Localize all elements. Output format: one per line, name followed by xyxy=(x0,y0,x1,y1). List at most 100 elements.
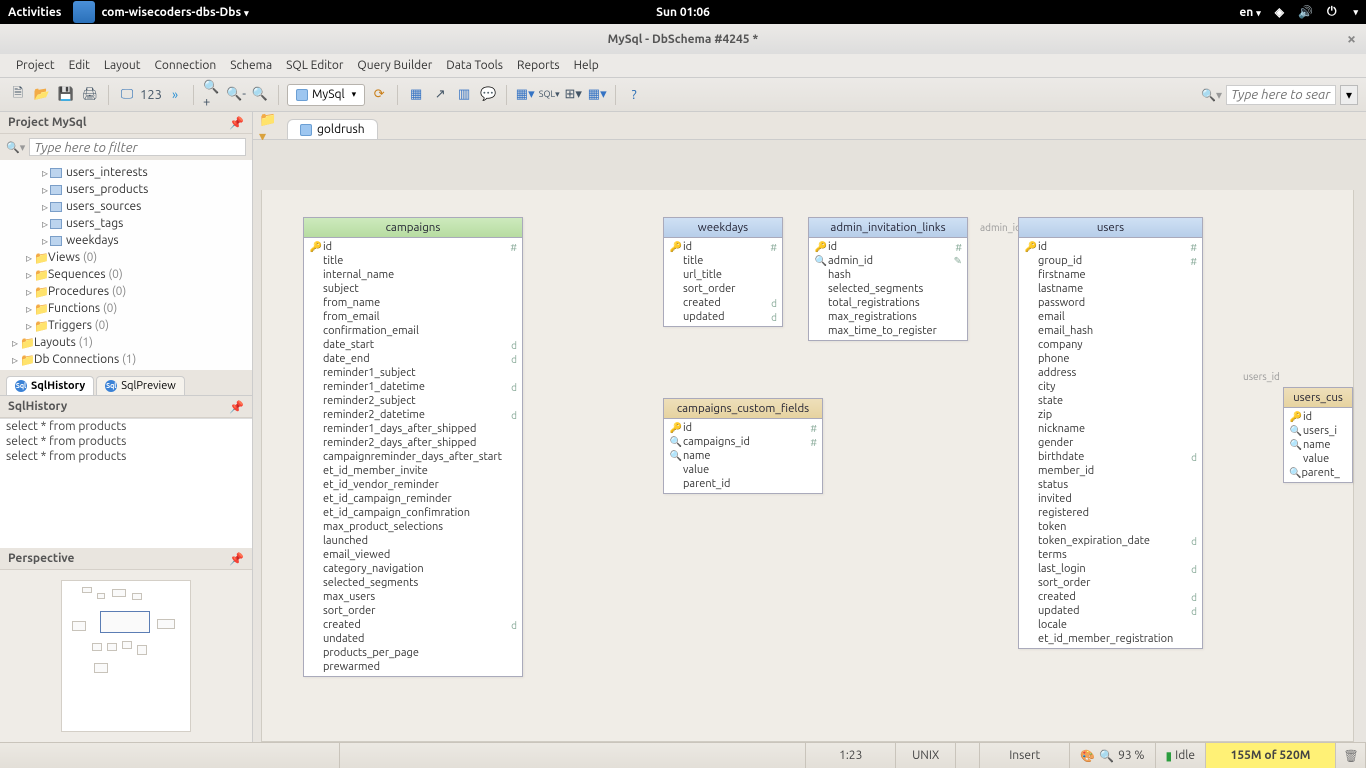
table-column[interactable]: firstname xyxy=(1019,268,1202,282)
table-column[interactable]: 🔑id xyxy=(1284,410,1352,424)
table-column[interactable]: undated xyxy=(304,632,522,646)
table-column[interactable]: email xyxy=(1019,310,1202,324)
clock[interactable]: Sun 01:06 xyxy=(656,6,710,19)
save-icon[interactable]: 💾 xyxy=(56,85,76,105)
table-column[interactable]: email_viewed xyxy=(304,548,522,562)
table-column[interactable]: updatedd xyxy=(664,310,782,324)
table-column[interactable]: group_id# xyxy=(1019,254,1202,268)
table-campaigns[interactable]: campaigns 🔑id#titleinternal_namesubjectf… xyxy=(303,217,523,677)
table-column[interactable]: reminder2_subject xyxy=(304,394,522,408)
table-weekdays[interactable]: weekdays 🔑id#titleurl_titlesort_ordercre… xyxy=(663,217,783,327)
table-column[interactable]: internal_name xyxy=(304,268,522,282)
table-column[interactable]: city xyxy=(1019,380,1202,394)
table-column[interactable]: 🔍users_i xyxy=(1284,424,1352,438)
table-column[interactable]: launched xyxy=(304,534,522,548)
new-file-icon[interactable]: 🗎 xyxy=(8,85,28,105)
table-column[interactable]: phone xyxy=(1019,352,1202,366)
pin-icon[interactable]: 📌 xyxy=(229,552,244,566)
table-users[interactable]: users 🔑id#group_id#firstnamelastnamepass… xyxy=(1018,217,1203,649)
table-column[interactable]: hash xyxy=(809,268,967,282)
table-column[interactable]: 🔍parent_ xyxy=(1284,466,1352,480)
filter-search-icon[interactable]: 🔍▾ xyxy=(6,141,25,154)
window-close-button[interactable]: × xyxy=(1347,30,1356,48)
table-column[interactable]: total_registrations xyxy=(809,296,967,310)
table-column[interactable]: nickname xyxy=(1019,422,1202,436)
table-column[interactable]: token_expiration_dated xyxy=(1019,534,1202,548)
forward-icon[interactable]: » xyxy=(165,85,185,105)
search-input[interactable] xyxy=(1226,85,1336,105)
tool1-icon[interactable]: ⊞▾ xyxy=(563,85,583,105)
table-column[interactable]: date_endd xyxy=(304,352,522,366)
table-column[interactable]: et_id_campaign_confimration xyxy=(304,506,522,520)
pin-icon[interactable]: 📌 xyxy=(229,116,244,130)
lang-indicator[interactable]: en▾ xyxy=(1239,6,1260,19)
zoom-fit-icon[interactable]: 🔍 xyxy=(250,85,270,105)
table-column[interactable]: zip xyxy=(1019,408,1202,422)
table-column[interactable]: status xyxy=(1019,478,1202,492)
table-column[interactable]: 🔍admin_id✎ xyxy=(809,254,967,268)
table-campaigns-custom-fields[interactable]: campaigns_custom_fields 🔑id#🔍campaigns_i… xyxy=(663,398,823,494)
table-column[interactable]: category_navigation xyxy=(304,562,522,576)
print-icon[interactable]: 🖨 xyxy=(80,85,100,105)
zoom-out-icon[interactable]: 🔍- xyxy=(226,85,246,105)
arrow-icon[interactable]: ↗ xyxy=(430,85,450,105)
trash-button[interactable]: 🗑 xyxy=(1336,743,1366,768)
table-column[interactable]: 🔑id# xyxy=(1019,240,1202,254)
table-column[interactable]: sort_order xyxy=(304,604,522,618)
table-icon[interactable]: ▦ xyxy=(406,85,426,105)
menu-query-builder[interactable]: Query Builder xyxy=(351,57,438,74)
menu-layout[interactable]: Layout xyxy=(98,57,147,74)
table-column[interactable]: url_title xyxy=(664,268,782,282)
db-selector[interactable]: MySql ▾ xyxy=(287,84,365,106)
table-column[interactable]: selected_segments xyxy=(809,282,967,296)
table-column[interactable]: date_startd xyxy=(304,338,522,352)
table-column[interactable]: max_users xyxy=(304,590,522,604)
menu-edit[interactable]: Edit xyxy=(63,57,96,74)
table-column[interactable]: createdd xyxy=(1019,590,1202,604)
app-switcher[interactable]: com-wisecoders-dbs-Dbs▾ xyxy=(101,6,248,19)
table-column[interactable]: max_product_selections xyxy=(304,520,522,534)
search-dropdown[interactable]: ▾ xyxy=(1340,85,1358,105)
tab-sqlhistory[interactable]: SqlSqlHistory xyxy=(6,376,94,395)
table-column[interactable]: selected_segments xyxy=(304,576,522,590)
table-column[interactable]: title xyxy=(664,254,782,268)
table-column[interactable]: products_per_page xyxy=(304,646,522,660)
table-column[interactable]: et_id_vendor_reminder xyxy=(304,478,522,492)
table-column[interactable]: terms xyxy=(1019,548,1202,562)
table-column[interactable]: reminder2_days_after_shipped xyxy=(304,436,522,450)
volume-icon[interactable]: 🔊 xyxy=(1298,5,1313,19)
table-column[interactable]: birthdated xyxy=(1019,450,1202,464)
table-column[interactable]: value xyxy=(1284,452,1352,466)
table-column[interactable]: invited xyxy=(1019,492,1202,506)
sql-icon[interactable]: SQL▾ xyxy=(539,85,559,105)
table-column[interactable]: address xyxy=(1019,366,1202,380)
table-column[interactable]: title xyxy=(304,254,522,268)
power-icon[interactable]: ⏻ xyxy=(1327,5,1337,19)
project-filter-input[interactable] xyxy=(29,138,246,156)
table-column[interactable]: prewarmed xyxy=(304,660,522,674)
system-menu-caret[interactable]: ▾ xyxy=(1353,7,1358,18)
table-column[interactable]: company xyxy=(1019,338,1202,352)
grid-icon[interactable]: ▦▾ xyxy=(515,85,535,105)
zoom-in-icon[interactable]: 🔍+ xyxy=(202,85,222,105)
table-column[interactable]: token xyxy=(1019,520,1202,534)
table-column[interactable]: from_name xyxy=(304,296,522,310)
table-column[interactable]: 🔑id# xyxy=(664,421,822,435)
table-column[interactable]: password xyxy=(1019,296,1202,310)
comment-icon[interactable]: 💬 xyxy=(478,85,498,105)
open-folder-icon[interactable]: 📂 xyxy=(32,85,52,105)
table-column[interactable]: createdd xyxy=(304,618,522,632)
menu-project[interactable]: Project xyxy=(10,57,61,74)
table-column[interactable]: 🔑id# xyxy=(664,240,782,254)
search-icon[interactable]: 🔍▾ xyxy=(1201,88,1222,102)
table-column[interactable]: updatedd xyxy=(1019,604,1202,618)
table-column[interactable]: state xyxy=(1019,394,1202,408)
table-column[interactable]: et_id_member_registration xyxy=(1019,632,1202,646)
table-column[interactable]: 🔑id# xyxy=(809,240,967,254)
table-column[interactable]: subject xyxy=(304,282,522,296)
num-icon[interactable]: 123 xyxy=(141,85,161,105)
table-column[interactable]: max_time_to_register xyxy=(809,324,967,338)
menu-connection[interactable]: Connection xyxy=(148,57,222,74)
table-column[interactable]: locale xyxy=(1019,618,1202,632)
table-column[interactable]: last_logind xyxy=(1019,562,1202,576)
